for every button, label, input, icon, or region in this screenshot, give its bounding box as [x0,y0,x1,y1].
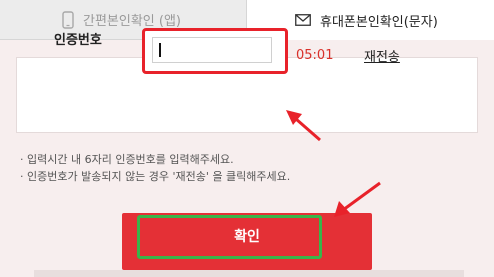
countdown-timer: 05:01 [296,48,334,63]
phone-icon [62,10,74,29]
tab-label: 휴대폰본인확인(문자) [320,14,438,30]
verification-code-label: 인증번호 [54,33,102,48]
instruction-note: · 인증번호가 발송되지 않는 경우 '재전송' 을 클릭해주세요. [20,170,291,183]
text-cursor [159,43,161,57]
resend-link[interactable]: 재전송 [364,46,400,65]
code-input-highlight [142,28,288,74]
confirm-button-label: 확인 [234,228,260,245]
instruction-note: · 입력시간 내 6자리 인증번호를 입력해주세요. [20,153,234,166]
envelope-icon [295,14,311,26]
bottom-divider [34,270,464,277]
tab-label: 간편본인확인 (앱) [83,14,181,29]
confirm-button[interactable]: 확인 [122,213,372,270]
instruction-notes: · 입력시간 내 6자리 인증번호를 입력해주세요. · 인증번호가 발송되지 … [20,151,290,185]
verification-code-input[interactable] [152,37,272,63]
